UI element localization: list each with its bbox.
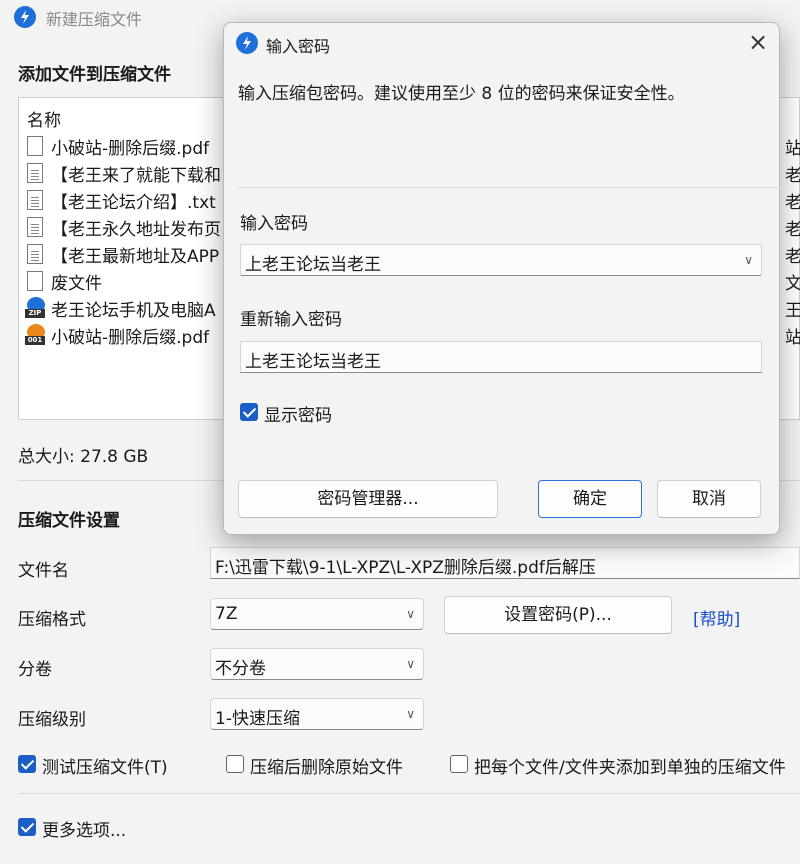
file-icon xyxy=(27,271,43,291)
text-file-icon xyxy=(27,163,43,183)
filename-label: 文件名 xyxy=(18,561,69,581)
file-column-text: 文件 xyxy=(785,274,800,294)
filename-value: F:\迅雷下载\9-1\L-XPZ\L-XPZ删除后缀.pdf后解压 xyxy=(215,558,596,578)
show-password-checkbox[interactable] xyxy=(240,403,258,421)
file-column-text: 站 xyxy=(785,328,800,348)
archive-badge: ZIP xyxy=(25,309,45,318)
text-file-icon xyxy=(27,190,43,210)
file-column-text: 站 xyxy=(785,139,800,159)
test-archive-checkbox[interactable] xyxy=(18,755,36,773)
dialog-divider xyxy=(238,187,780,188)
settings-section-title: 压缩文件设置 xyxy=(18,511,120,531)
window-title: 新建压缩文件 xyxy=(46,10,143,29)
close-icon[interactable]: × xyxy=(744,29,772,57)
show-password-label[interactable]: 显示密码 xyxy=(264,401,332,426)
password-label: 输入密码 xyxy=(240,214,308,234)
filename-input[interactable]: F:\迅雷下载\9-1\L-XPZ\L-XPZ删除后缀.pdf后解压 xyxy=(210,547,800,579)
format-value: 7Z xyxy=(215,604,238,624)
ok-button[interactable]: 确定 xyxy=(538,480,642,518)
file-name: 废文件 xyxy=(51,274,102,294)
zip-archive-icon: ZIP xyxy=(25,297,45,319)
password-manager-button[interactable]: 密码管理器... xyxy=(238,480,498,518)
split-select[interactable]: 不分卷 ∨ xyxy=(210,648,424,680)
text-file-icon xyxy=(27,217,43,237)
options-divider xyxy=(18,793,800,794)
file-column-text: 王论 xyxy=(785,301,800,321)
file-name: 【老王论坛介绍】.txt xyxy=(51,193,216,213)
level-value: 1-快速压缩 xyxy=(215,709,300,729)
file-name: 老王论坛手机及电脑A xyxy=(51,301,216,321)
file-column-text: 老王 xyxy=(785,220,800,240)
dialog-info-text: 输入压缩包密码。建议使用至少 8 位的密码来保证安全性。 xyxy=(238,84,685,104)
each-file-checkbox[interactable] xyxy=(450,755,468,773)
password-dialog: 输入密码 × 输入压缩包密码。建议使用至少 8 位的密码来保证安全性。 输入密码… xyxy=(223,22,780,535)
file-name: 【老王最新地址及APP xyxy=(51,247,220,267)
password-combo[interactable]: 上老王论坛当老王 ∨ xyxy=(240,244,762,276)
file-name: 【老王永久地址发布页 xyxy=(51,220,221,240)
file-name: 小破站-删除后缀.pdf xyxy=(51,139,210,159)
file-name: 【老王来了就能下载和 xyxy=(51,166,221,186)
more-options-label[interactable]: 更多选项... xyxy=(42,816,126,841)
file-column-text: 老王 xyxy=(785,166,800,186)
password-value: 上老王论坛当老王 xyxy=(245,255,381,275)
format-label: 压缩格式 xyxy=(18,610,86,630)
app-logo-icon xyxy=(14,6,36,28)
file-icon xyxy=(27,136,43,156)
file-name: 小破站-删除后缀.pdf xyxy=(51,328,210,348)
more-options-checkbox[interactable] xyxy=(18,818,36,836)
level-label: 压缩级别 xyxy=(18,710,86,730)
chevron-down-icon: ∨ xyxy=(406,607,415,621)
archive-badge: 001 xyxy=(25,336,45,345)
each-file-label[interactable]: 把每个文件/文件夹添加到单独的压缩文件 xyxy=(474,753,800,778)
text-file-icon xyxy=(27,244,43,264)
add-files-section-title: 添加文件到压缩文件 xyxy=(18,65,171,85)
delete-original-label[interactable]: 压缩后删除原始文件 xyxy=(250,753,403,778)
reenter-password-input[interactable]: 上老王论坛当老王 xyxy=(240,341,762,373)
reenter-password-label: 重新输入密码 xyxy=(240,310,342,330)
chevron-down-icon: ∨ xyxy=(406,657,415,671)
split-archive-icon: 001 xyxy=(25,324,45,346)
split-value: 不分卷 xyxy=(215,659,266,679)
level-select[interactable]: 1-快速压缩 ∨ xyxy=(210,698,424,730)
reenter-password-value: 上老王论坛当老王 xyxy=(245,352,381,372)
app-logo-icon xyxy=(236,32,258,54)
chevron-down-icon[interactable]: ∨ xyxy=(744,253,753,267)
cancel-button[interactable]: 取消 xyxy=(657,480,761,518)
delete-original-checkbox[interactable] xyxy=(226,755,244,773)
file-column-text: 老王 xyxy=(785,193,800,213)
total-size: 总大小: 27.8 GB xyxy=(18,447,149,467)
help-link[interactable]: [帮助] xyxy=(693,605,740,630)
test-archive-label[interactable]: 测试压缩文件(T) xyxy=(42,753,168,778)
chevron-down-icon: ∨ xyxy=(406,707,415,721)
dialog-title: 输入密码 xyxy=(266,37,331,56)
format-select[interactable]: 7Z ∨ xyxy=(210,598,424,630)
set-password-button[interactable]: 设置密码(P)... xyxy=(444,596,672,634)
column-header-name[interactable]: 名称 xyxy=(27,106,61,131)
split-label: 分卷 xyxy=(18,660,52,680)
file-column-text: 老王 xyxy=(785,247,800,267)
